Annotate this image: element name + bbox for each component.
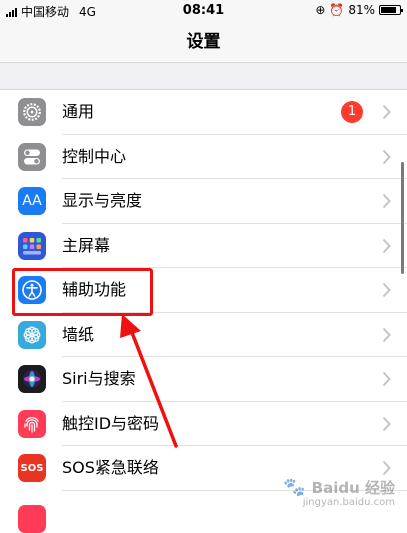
partial-app-icon: [18, 504, 46, 533]
watermark-subtext: jingyan.baidu.com: [302, 497, 395, 508]
watermark: 🐾 Baidu 经验: [283, 477, 395, 498]
annotation-arrow-icon: [120, 314, 178, 448]
baidu-paw-icon: 🐾: [283, 477, 306, 498]
watermark-text: Baidu 经验: [311, 479, 395, 497]
